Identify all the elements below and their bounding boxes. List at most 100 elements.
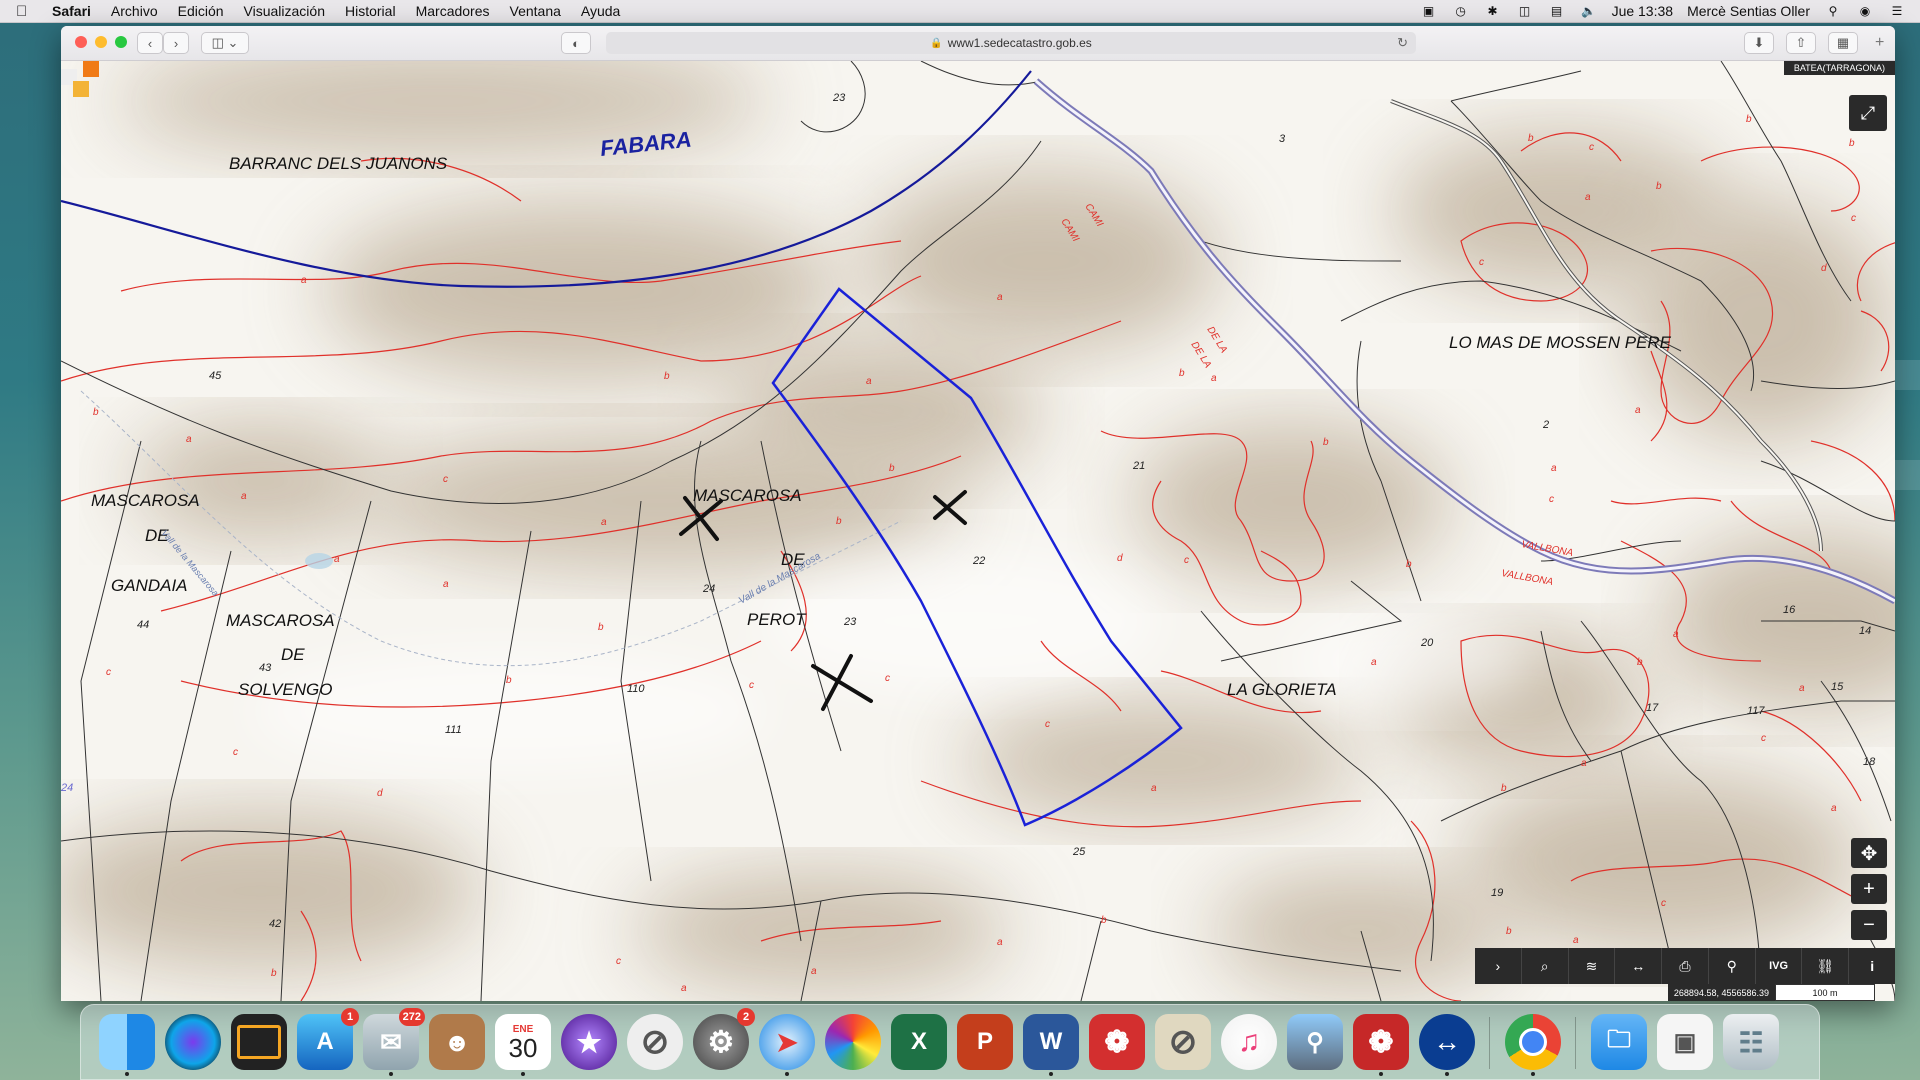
acrobat-reader-icon[interactable]: ❁: [1353, 1014, 1409, 1076]
mission-control-icon[interactable]: [231, 1014, 287, 1070]
wifi-icon[interactable]: ◫: [1516, 4, 1534, 18]
menu-edicion[interactable]: Edición: [178, 3, 224, 19]
toolbar-search-button[interactable]: ⌕: [1522, 948, 1569, 984]
address-bar[interactable]: 🔒 www1.sedecatastro.gob.es ↻: [606, 32, 1416, 54]
calendar-icon[interactable]: ENE 30: [495, 1014, 551, 1076]
dock: A1 ✉ 272 ☻ ENE 30 ★ ⊘ ⚙ 2 ➤ X P W ❁ ⊘ ♫ ⚲ ❁…: [80, 1004, 1820, 1080]
imovie-icon[interactable]: ★: [561, 1014, 617, 1070]
person-icon: ☻: [443, 1026, 471, 1057]
label-perot: PEROT: [747, 610, 807, 629]
spotlight-icon[interactable]: ⚲: [1824, 4, 1842, 18]
sidebar-toggle-button[interactable]: ◫ ⌄: [201, 32, 249, 54]
menu-user[interactable]: Mercè Sentias Oller: [1687, 3, 1810, 19]
parcel-number: 2: [1542, 419, 1549, 431]
menu-app-safari[interactable]: Safari: [52, 3, 91, 19]
safari-icon[interactable]: ➤: [759, 1014, 815, 1076]
notification-center-icon[interactable]: ☰: [1888, 4, 1906, 18]
photos-icon[interactable]: [825, 1014, 881, 1070]
safari-window: ‹ › ◫ ⌄ ◐ 🔒 www1.sedecatastro.gob.es ↻ ⬇…: [61, 26, 1895, 1001]
toolbar-print-button[interactable]: ⎙: [1662, 948, 1709, 984]
chevron-right-icon: ›: [1495, 958, 1501, 974]
menu-archivo[interactable]: Archivo: [111, 3, 158, 19]
siri-menu-icon[interactable]: ◉: [1856, 4, 1874, 18]
disabled-app-2-icon[interactable]: ⊘: [1155, 1014, 1211, 1070]
svg-text:c: c: [1661, 898, 1666, 909]
volume-icon[interactable]: 🔈: [1580, 4, 1598, 18]
applications-folder-icon[interactable]: 🗀: [1591, 1014, 1647, 1070]
svg-text:a: a: [1551, 463, 1557, 474]
reload-icon[interactable]: ↻: [1397, 35, 1408, 51]
catastro-logo: [61, 61, 99, 97]
menu-visualizacion[interactable]: Visualización: [244, 3, 325, 19]
powerpoint-icon[interactable]: P: [957, 1014, 1013, 1070]
word-icon[interactable]: W: [1023, 1014, 1079, 1076]
word-letter: W: [1039, 1028, 1063, 1055]
menu-historial[interactable]: Historial: [345, 3, 396, 19]
new-tab-button[interactable]: +: [1875, 34, 1884, 52]
powerpoint-letter: P: [976, 1028, 993, 1055]
chrome-icon[interactable]: [1505, 1014, 1561, 1076]
apple-menu-icon[interactable]: : [16, 3, 38, 20]
zoom-out-button[interactable]: −: [1851, 910, 1887, 940]
expand-icon: ⤢: [1860, 102, 1876, 123]
zoom-window-button[interactable]: [115, 36, 127, 48]
menu-clock[interactable]: Jue 13:38: [1612, 3, 1674, 19]
menu-ayuda[interactable]: Ayuda: [581, 3, 620, 19]
menu-ventana[interactable]: Ventana: [510, 3, 561, 19]
downloads-button[interactable]: ⬇: [1744, 32, 1774, 54]
contacts-icon[interactable]: ☻: [429, 1014, 485, 1070]
trash-icon[interactable]: ☷: [1723, 1014, 1779, 1070]
toolbar-link-button[interactable]: ⛓: [1802, 948, 1850, 984]
parcel-number: 117: [1747, 705, 1765, 717]
gear-icon: ⚙: [707, 1025, 735, 1059]
parcel-number: 19: [1491, 887, 1503, 899]
tab-overview-button[interactable]: ▦: [1828, 32, 1858, 54]
teamviewer-icon[interactable]: ↔: [1419, 1014, 1475, 1076]
display-icon[interactable]: ▤: [1548, 4, 1566, 18]
screenshot-stack-icon[interactable]: ▣: [1657, 1014, 1713, 1070]
mail-icon[interactable]: ✉ 272: [363, 1008, 425, 1076]
minimize-window-button[interactable]: [95, 36, 107, 48]
fullscreen-button[interactable]: ⤢: [1849, 95, 1887, 131]
app-store-icon[interactable]: A1: [297, 1008, 359, 1070]
zoom-in-button[interactable]: +: [1851, 874, 1887, 904]
excel-icon[interactable]: X: [891, 1014, 947, 1070]
download-icon: ⬇: [1753, 35, 1765, 50]
toolbar-marker-button[interactable]: ⚲: [1709, 948, 1756, 984]
toolbar-expand-button[interactable]: ›: [1475, 948, 1522, 984]
preview-icon[interactable]: ⚲: [1287, 1014, 1343, 1070]
toolbar-measure-button[interactable]: ↔: [1615, 948, 1663, 984]
share-button[interactable]: ⇧: [1786, 32, 1816, 54]
toolbar-info-button[interactable]: i: [1849, 948, 1895, 984]
sidebar-icon: ◫ ⌄: [211, 35, 239, 50]
siri-icon[interactable]: [165, 1014, 221, 1070]
eagle-stamp-icon: ✉: [380, 1026, 402, 1057]
trash-can-icon: ☷: [1738, 1026, 1764, 1058]
label-mascarosa-2: MASCAROSA: [226, 611, 335, 630]
system-preferences-icon[interactable]: ⚙ 2: [693, 1008, 755, 1070]
forward-button[interactable]: ›: [163, 32, 189, 54]
close-window-button[interactable]: [75, 36, 87, 48]
parcel-number: 43: [259, 662, 272, 674]
map-canvas[interactable]: BARRANC DELS JUANONS FABARA LO MAS DE MO…: [61, 61, 1895, 1001]
acrobat-icon[interactable]: ❁: [1089, 1014, 1145, 1070]
itunes-icon[interactable]: ♫: [1221, 1014, 1277, 1070]
folder-icon: 🗀: [1607, 1025, 1631, 1053]
toolbar-ivg-button[interactable]: IVG: [1756, 948, 1803, 984]
prohibited-icon: ⊘: [1168, 1023, 1198, 1061]
svg-text:b: b: [1637, 657, 1643, 668]
label-la-glorieta: LA GLORIETA: [1227, 680, 1337, 699]
menu-marcadores[interactable]: Marcadores: [416, 3, 490, 19]
locate-button[interactable]: ✥: [1851, 838, 1887, 868]
toolbar-layers-button[interactable]: ≋: [1569, 948, 1616, 984]
status-monitor-icon[interactable]: ▣: [1420, 4, 1438, 18]
back-button[interactable]: ‹: [137, 32, 163, 54]
svg-text:b: b: [1849, 138, 1855, 149]
time-machine-icon[interactable]: ◷: [1452, 4, 1470, 18]
finder-icon[interactable]: [99, 1014, 155, 1076]
svg-text:a: a: [601, 517, 607, 528]
cadastre-map[interactable]: BARRANC DELS JUANONS FABARA LO MAS DE MO…: [61, 61, 1895, 1001]
disabled-app-icon[interactable]: ⊘: [627, 1014, 683, 1070]
privacy-report-button[interactable]: ◐: [561, 32, 591, 54]
bluetooth-icon[interactable]: ✱: [1484, 4, 1502, 18]
